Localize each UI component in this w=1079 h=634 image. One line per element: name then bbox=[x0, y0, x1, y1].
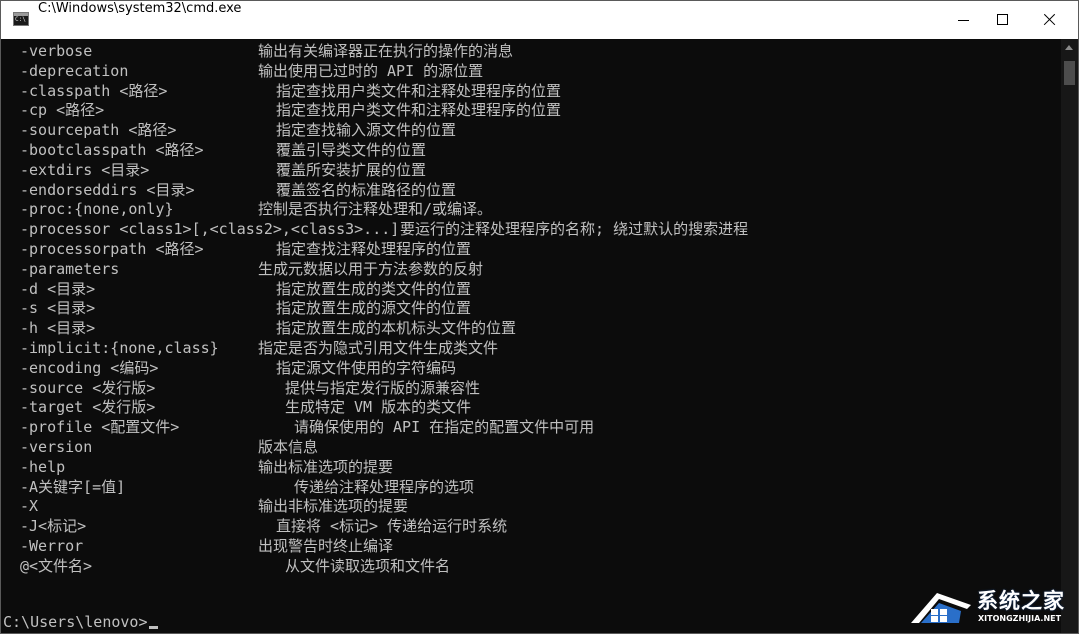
option-name: -profile <配置文件> bbox=[20, 418, 180, 437]
option-description: 指定放置生成的源文件的位置 bbox=[276, 299, 472, 318]
option-name: -target <发行版> bbox=[20, 398, 156, 417]
option-description: 指定放置生成的本机标头文件的位置 bbox=[276, 319, 517, 338]
option-name: -parameters bbox=[20, 259, 120, 278]
option-name: -processorpath <路径> bbox=[20, 240, 204, 258]
maximize-icon bbox=[997, 14, 1008, 25]
option-name: @<文件名> bbox=[20, 556, 93, 575]
option-name: -Werror bbox=[20, 537, 84, 555]
option-name: -sourcepath <路径> bbox=[20, 121, 177, 140]
console-output[interactable]: -verbose 输出有关编译器正在执行的操作的消息 -deprecation 输出使… bbox=[1, 39, 1061, 633]
option-description: 出现警告时终止编译 bbox=[258, 537, 394, 555]
command-prompt[interactable]: C:\Users\lenovo> bbox=[3, 613, 158, 633]
option-name: -processor <class1>[,<class2>,<class3>..… bbox=[20, 220, 400, 239]
minimize-button[interactable] bbox=[940, 1, 986, 39]
option-description: 输出标准选项的提要 bbox=[258, 457, 394, 476]
option-description: 提供与指定发行版的源兼容性 bbox=[285, 378, 481, 397]
option-description: 请确保使用的 API 在指定的配置文件中可用 bbox=[294, 418, 595, 437]
option-description: 指定放置生成的类文件的位置 bbox=[276, 279, 472, 298]
option-name: -source <发行版> bbox=[20, 378, 156, 397]
cmd-window: C:\Windows\system32\cmd.exe -verbose 输出有关… bbox=[0, 0, 1079, 634]
option-name: -J<标记> bbox=[20, 517, 87, 536]
window-title: C:\Windows\system32\cmd.exe bbox=[38, 1, 242, 16]
option-name: -endorseddirs <目录> bbox=[20, 180, 195, 199]
option-name: -verbose bbox=[20, 42, 93, 60]
option-name: -classpath <路径> bbox=[20, 81, 168, 100]
option-name: -deprecation bbox=[20, 61, 129, 80]
close-icon bbox=[1042, 13, 1056, 27]
option-name: -version bbox=[20, 438, 93, 456]
option-name: -s <目录> bbox=[20, 299, 96, 318]
option-description: 输出非标准选项的提要 bbox=[258, 497, 409, 516]
option-name: -X bbox=[20, 497, 39, 516]
option-description: 指定查找输入源文件的位置 bbox=[276, 121, 457, 140]
option-description: 生成特定 VM 版本的类文件 bbox=[285, 398, 472, 417]
house-logo-icon bbox=[911, 593, 971, 623]
option-description: 指定源文件使用的字符编码 bbox=[276, 358, 457, 377]
option-description: 指定查找用户类文件和注释处理程序的位置 bbox=[276, 81, 562, 100]
option-name: -A关键字[=值] bbox=[20, 477, 126, 496]
option-description: 覆盖签名的标准路径的位置 bbox=[276, 180, 457, 199]
option-name: -proc:{none,only} bbox=[20, 200, 174, 219]
option-description: 指定是否为隐式引用文件生成类文件 bbox=[258, 339, 499, 357]
option-description: 指定查找用户类文件和注释处理程序的位置 bbox=[276, 101, 562, 120]
text-cursor bbox=[148, 626, 158, 629]
close-button[interactable] bbox=[1030, 1, 1076, 39]
scroll-up-arrow-icon[interactable] bbox=[1061, 39, 1078, 56]
option-description: 指定查找注释处理程序的位置 bbox=[276, 240, 472, 258]
option-name: -d <目录> bbox=[20, 279, 96, 298]
option-description: 输出有关编译器正在执行的操作的消息 bbox=[258, 42, 514, 60]
prompt-text: C:\Users\lenovo> bbox=[3, 613, 148, 631]
option-description: 输出使用已过时的 API 的源位置 bbox=[258, 61, 484, 80]
console-app-icon[interactable] bbox=[13, 12, 29, 26]
option-description: 从文件读取选项和文件名 bbox=[285, 556, 451, 575]
option-description: 要运行的注释处理程序的名称; 绕过默认的搜索进程 bbox=[400, 220, 749, 239]
minimize-icon bbox=[958, 20, 969, 21]
option-description: 覆盖所安装扩展的位置 bbox=[276, 160, 427, 179]
vertical-scrollbar[interactable] bbox=[1061, 39, 1078, 633]
option-description: 版本信息 bbox=[258, 438, 319, 456]
option-description: 覆盖引导类文件的位置 bbox=[276, 141, 427, 159]
option-description: 生成元数据以用于方法参数的反射 bbox=[258, 259, 484, 278]
scroll-thumb[interactable] bbox=[1064, 61, 1075, 85]
watermark-url: XITONGZHIJIA.NET bbox=[978, 614, 1062, 623]
watermark-name: 系统之家 bbox=[977, 589, 1065, 613]
watermark: 系统之家 XITONGZHIJIA.NET bbox=[903, 581, 1078, 633]
title-bar[interactable]: C:\Windows\system32\cmd.exe bbox=[1, 1, 1078, 39]
option-description: 传递给注释处理程序的选项 bbox=[294, 477, 475, 496]
option-description: 直接将 <标记> 传递给运行时系统 bbox=[276, 517, 508, 536]
option-name: -extdirs <目录> bbox=[20, 160, 150, 179]
option-name: -help bbox=[20, 457, 66, 476]
maximize-button[interactable] bbox=[983, 1, 1029, 39]
option-description: 控制是否执行注释处理和/或编译。 bbox=[258, 200, 493, 219]
option-name: -bootclasspath <路径> bbox=[20, 141, 204, 159]
option-name: -encoding <编码> bbox=[20, 358, 159, 377]
option-name: -h <目录> bbox=[20, 319, 96, 338]
option-name: -cp <路径> bbox=[20, 101, 105, 120]
option-name: -implicit:{none,class} bbox=[20, 339, 219, 357]
